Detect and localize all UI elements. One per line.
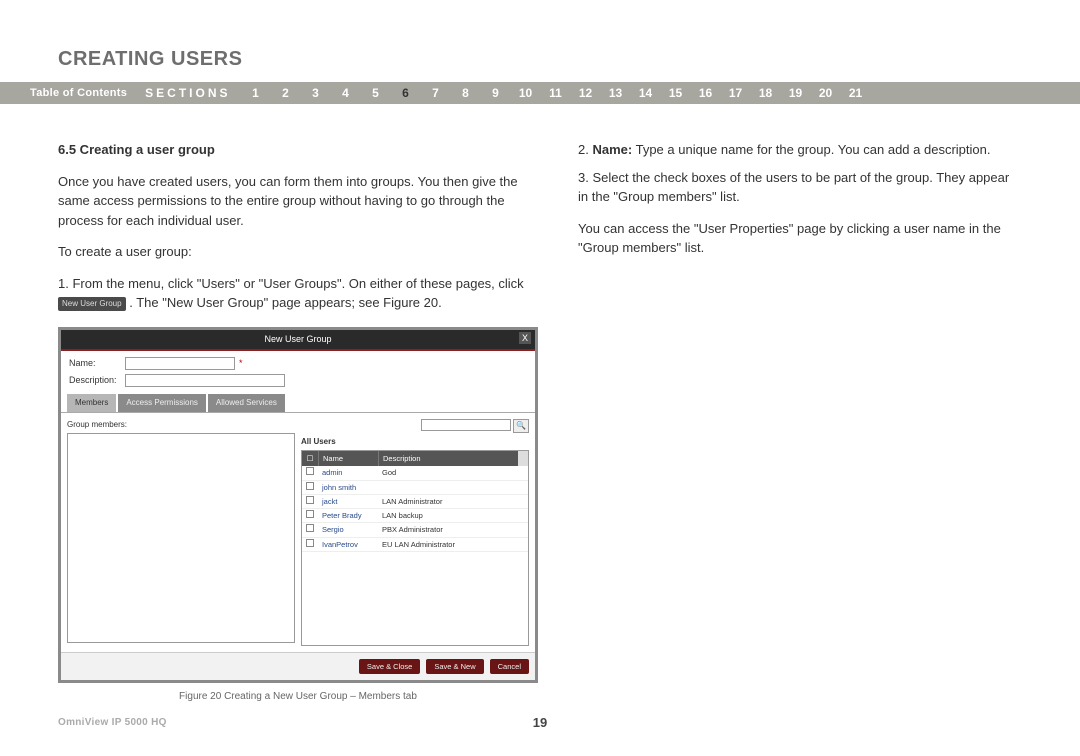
required-asterisk: * (239, 357, 243, 371)
user-desc: LAN Administrator (378, 495, 528, 508)
page-number: 19 (533, 715, 547, 730)
user-name-link[interactable]: Peter Brady (318, 509, 378, 522)
step-3: 3. Select the check boxes of the users t… (578, 168, 1022, 207)
new-user-group-inline-button: New User Group (58, 297, 126, 311)
user-name-link[interactable]: IvanPetrov (318, 538, 378, 551)
section-link-12[interactable]: 12 (571, 86, 601, 100)
row-checkbox[interactable] (306, 539, 314, 547)
section-link-2[interactable]: 2 (271, 86, 301, 100)
row-checkbox[interactable] (306, 524, 314, 532)
table-row: jackt LAN Administrator (302, 495, 528, 509)
description-input[interactable] (125, 374, 285, 387)
section-link-10[interactable]: 10 (511, 86, 541, 100)
section-link-6[interactable]: 6 (391, 86, 421, 100)
section-link-11[interactable]: 11 (541, 86, 571, 100)
name-input[interactable] (125, 357, 235, 370)
product-name: OmniView IP 5000 HQ (58, 717, 167, 728)
row-checkbox[interactable] (306, 467, 314, 475)
column-description: Description (378, 451, 518, 466)
user-name-link[interactable]: Sergio (318, 523, 378, 536)
step-1-text-a: 1. From the menu, click "Users" or "User… (58, 276, 524, 291)
user-desc: EU LAN Administrator (378, 538, 528, 551)
section-link-16[interactable]: 16 (691, 86, 721, 100)
section-link-15[interactable]: 15 (661, 86, 691, 100)
name-label: Name: (69, 357, 125, 371)
left-column: 6.5 Creating a user group Once you have … (58, 140, 538, 704)
figure-20-screenshot: New User Group X Name: * Description: Me… (58, 327, 538, 684)
right-column: 2. Name: Type a unique name for the grou… (578, 140, 1022, 704)
group-members-label: Group members: (67, 419, 295, 431)
step-1-text-b: . The "New User Group" page appears; see… (129, 295, 442, 310)
select-all-checkbox[interactable]: ☐ (302, 451, 318, 466)
section-link-19[interactable]: 19 (781, 86, 811, 100)
user-name-link[interactable]: john smith (318, 481, 378, 494)
section-link-9[interactable]: 9 (481, 86, 511, 100)
tab-access-permissions[interactable]: Access Permissions (118, 394, 206, 412)
step-1: 1. From the menu, click "Users" or "User… (58, 274, 538, 313)
user-search-input[interactable] (421, 419, 511, 431)
user-name-link[interactable]: jackt (318, 495, 378, 508)
access-note: You can access the "User Properties" pag… (578, 219, 1022, 258)
cancel-button[interactable]: Cancel (490, 659, 529, 674)
step-2-rest: Type a unique name for the group. You ca… (632, 142, 990, 157)
subsection-heading: 6.5 Creating a user group (58, 140, 538, 160)
row-checkbox[interactable] (306, 496, 314, 504)
section-link-21[interactable]: 21 (841, 86, 871, 100)
section-link-18[interactable]: 18 (751, 86, 781, 100)
figure-caption: Figure 20 Creating a New User Group – Me… (58, 689, 538, 704)
table-row: Sergio PBX Administrator (302, 523, 528, 537)
save-close-button[interactable]: Save & Close (359, 659, 420, 674)
dialog-title: New User Group (264, 334, 331, 344)
user-desc: God (378, 466, 528, 479)
group-members-list[interactable] (67, 433, 295, 643)
instruction-lead: To create a user group: (58, 242, 538, 262)
section-link-13[interactable]: 13 (601, 86, 631, 100)
table-row: admin God (302, 466, 528, 480)
sections-label: SECTIONS (145, 86, 230, 100)
description-label: Description: (69, 374, 125, 388)
all-users-table: ☐ Name Description admin God john (301, 450, 529, 646)
save-new-button[interactable]: Save & New (426, 659, 483, 674)
section-link-3[interactable]: 3 (301, 86, 331, 100)
table-row: IvanPetrov EU LAN Administrator (302, 538, 528, 552)
scrollbar[interactable] (518, 451, 528, 466)
step-2-bold: Name: (592, 142, 632, 157)
user-desc: PBX Administrator (378, 523, 528, 536)
row-checkbox[interactable] (306, 510, 314, 518)
page-section-title: CREATING USERS (58, 48, 242, 71)
section-link-8[interactable]: 8 (451, 86, 481, 100)
intro-paragraph: Once you have created users, you can for… (58, 172, 538, 231)
section-link-1[interactable]: 1 (241, 86, 271, 100)
column-name: Name (318, 451, 378, 466)
section-link-20[interactable]: 20 (811, 86, 841, 100)
section-link-4[interactable]: 4 (331, 86, 361, 100)
close-icon[interactable]: X (519, 332, 531, 344)
all-users-label: All Users (301, 436, 529, 448)
section-link-7[interactable]: 7 (421, 86, 451, 100)
section-link-17[interactable]: 17 (721, 86, 751, 100)
tab-members[interactable]: Members (67, 394, 116, 412)
dialog-titlebar: New User Group X (61, 330, 535, 352)
user-name-link[interactable]: admin (318, 466, 378, 479)
row-checkbox[interactable] (306, 482, 314, 490)
user-desc: LAN backup (378, 509, 528, 522)
user-desc (378, 481, 528, 494)
tab-allowed-services[interactable]: Allowed Services (208, 394, 285, 412)
step-2-num: 2. (578, 142, 592, 157)
table-row: Peter Brady LAN backup (302, 509, 528, 523)
section-link-5[interactable]: 5 (361, 86, 391, 100)
section-nav-bar: Table of Contents SECTIONS 1 2 3 4 5 6 7… (0, 82, 1080, 104)
table-row: john smith (302, 481, 528, 495)
section-link-14[interactable]: 14 (631, 86, 661, 100)
search-icon[interactable]: 🔍 (513, 419, 529, 433)
step-2: 2. Name: Type a unique name for the grou… (578, 140, 1022, 160)
toc-link[interactable]: Table of Contents (30, 87, 127, 99)
